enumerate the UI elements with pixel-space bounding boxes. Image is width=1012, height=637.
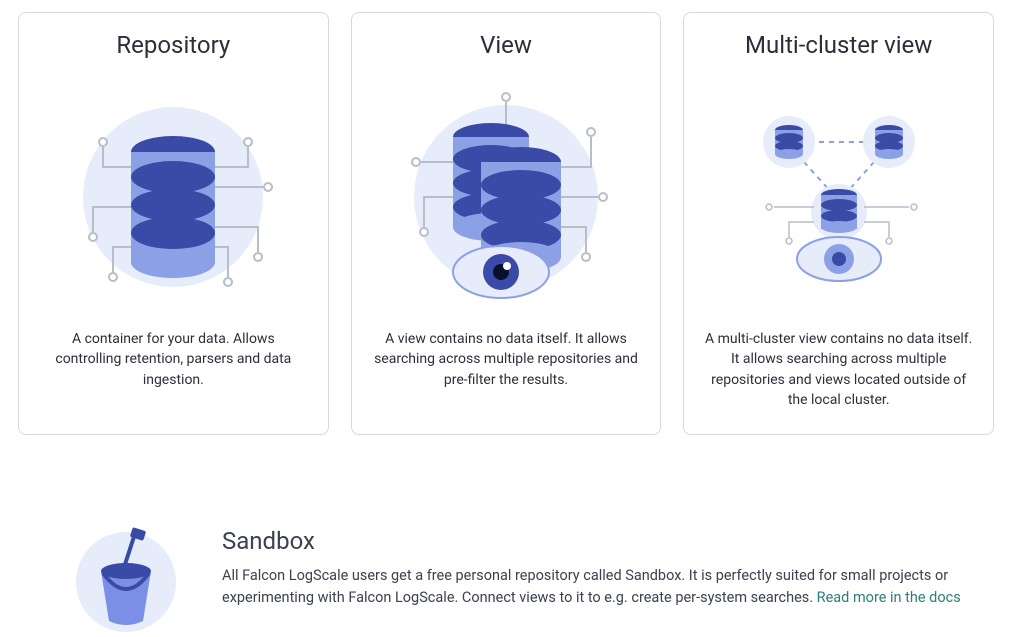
card-description: A view contains no data itself. It allow… — [372, 329, 641, 390]
card-description: A container for your data. Allows contro… — [39, 329, 308, 390]
bucket-icon — [71, 527, 181, 637]
sandbox-docs-link[interactable]: Read more in the docs — [817, 589, 961, 606]
sandbox-text: Sandbox All Falcon LogScale users get a … — [222, 527, 970, 609]
sandbox-description: All Falcon LogScale users get a free per… — [222, 565, 970, 609]
sandbox-title: Sandbox — [222, 527, 970, 555]
card-view[interactable]: View — [351, 12, 662, 435]
multi-cluster-icon — [719, 97, 959, 297]
card-title: Multi-cluster view — [745, 31, 932, 59]
sandbox-section: Sandbox All Falcon LogScale users get a … — [18, 527, 994, 637]
multi-cluster-illustration — [719, 77, 959, 317]
card-description: A multi-cluster view contains no data it… — [704, 329, 973, 410]
view-icon — [386, 77, 626, 317]
view-illustration — [386, 77, 626, 317]
repository-icon — [53, 77, 293, 317]
card-title: Repository — [116, 31, 230, 59]
database-icon — [131, 136, 215, 278]
card-repository[interactable]: Repository — [18, 12, 329, 435]
card-title: View — [480, 31, 532, 59]
card-multi-cluster-view[interactable]: Multi-cluster view — [683, 12, 994, 435]
eye-icon — [797, 237, 881, 281]
cards-row: Repository — [18, 12, 994, 435]
eye-icon — [453, 246, 549, 298]
repository-illustration — [53, 77, 293, 317]
sandbox-illustration — [66, 527, 186, 637]
